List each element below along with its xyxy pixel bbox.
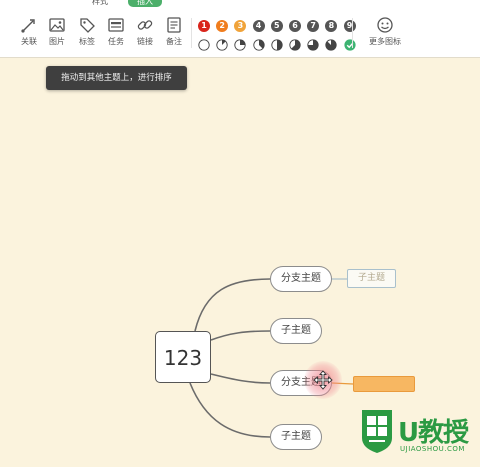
move-cursor-icon — [313, 370, 333, 390]
branch-topic-4[interactable]: 子主题 — [270, 424, 322, 450]
watermark-logo-icon — [362, 410, 392, 453]
mindmap-canvas[interactable]: 123 分支主题 子主题 分支主题 子主题 子主题 — [0, 0, 480, 467]
connector-branch-4 — [189, 382, 271, 438]
watermark-url: UJIAOSHOU.COM — [400, 445, 465, 453]
connector-branch-3 — [210, 373, 271, 384]
branch-topic-1[interactable]: 分支主题 — [270, 266, 332, 292]
connector-branch-1 — [194, 278, 271, 332]
subtopic-preview[interactable]: 子主题 — [347, 269, 396, 288]
watermark: U教授 UJIAOSHOU.COM — [360, 408, 478, 466]
drop-target-placeholder — [353, 376, 415, 392]
watermark-brand: U教授 — [398, 418, 469, 448]
connector-lines — [189, 278, 354, 438]
central-topic[interactable]: 123 — [155, 331, 211, 383]
connector-branch-2 — [210, 330, 271, 341]
branch-topic-2[interactable]: 子主题 — [270, 318, 322, 344]
